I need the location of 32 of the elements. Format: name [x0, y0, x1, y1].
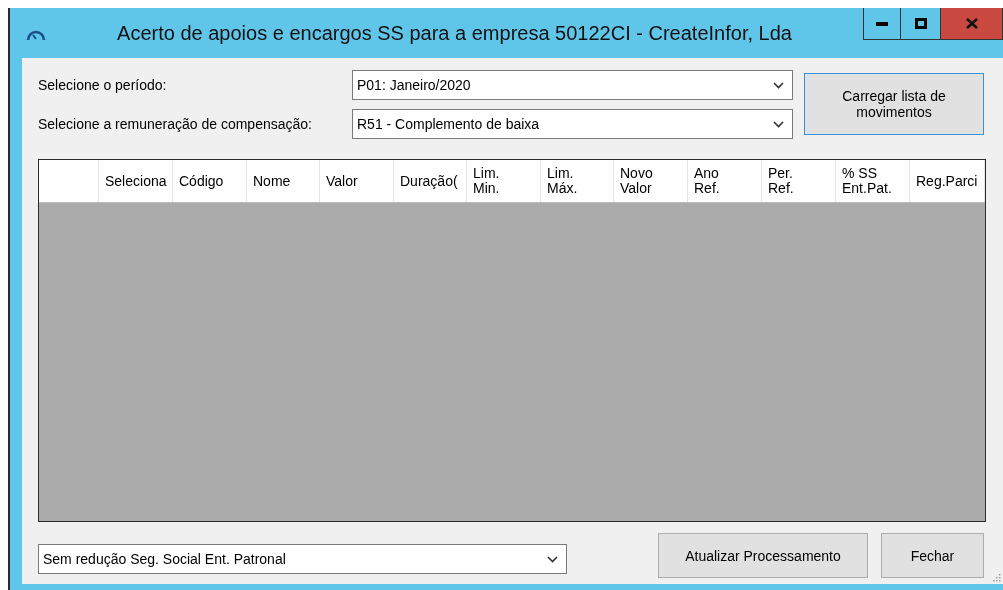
chevron-down-icon — [773, 120, 784, 128]
column-header[interactable]: Nome — [247, 160, 320, 202]
minimize-icon — [876, 21, 888, 26]
period-dropdown[interactable]: P01: Janeiro/2020 — [352, 70, 793, 100]
column-header[interactable]: Reg.Parci — [910, 160, 985, 202]
column-header[interactable]: Seleciona — [99, 160, 173, 202]
column-header[interactable]: Per. Ref. — [762, 160, 836, 202]
resize-grip-icon[interactable] — [991, 572, 1001, 582]
close-icon — [965, 18, 978, 29]
maximize-button[interactable] — [901, 8, 941, 40]
app-gauge-icon — [26, 28, 46, 42]
column-header[interactable]: Código — [173, 160, 247, 202]
minimize-button[interactable] — [863, 8, 901, 40]
chevron-down-icon — [547, 555, 558, 563]
column-header[interactable]: Lim. Máx. — [541, 160, 614, 202]
window-title: Acerto de apoios e encargos SS para a empresa 50122CI - CreateInfor, Lda — [116, 22, 793, 45]
column-header[interactable]: Duração( — [394, 160, 467, 202]
column-header[interactable]: Valor — [320, 160, 394, 202]
column-header[interactable]: % SS Ent.Pat. — [836, 160, 910, 202]
compensation-label: Selecione a remuneração de compensação: — [38, 115, 313, 134]
chevron-down-icon — [773, 81, 784, 89]
close-dialog-button[interactable]: Fechar — [881, 533, 984, 578]
period-label: Selecione o período: — [38, 76, 168, 95]
load-list-button[interactable]: Carregar lista de movimentos — [804, 73, 984, 135]
update-processing-button[interactable]: Atualizar Processamento — [658, 533, 868, 578]
close-button[interactable] — [941, 8, 1003, 40]
maximize-icon — [914, 18, 927, 29]
column-header[interactable]: Novo Valor — [614, 160, 688, 202]
column-header[interactable]: Ano Ref. — [688, 160, 762, 202]
column-header[interactable]: Lim. Min. — [467, 160, 541, 202]
compensation-dropdown[interactable]: R51 - Complemento de baixa — [352, 109, 793, 139]
reduction-dropdown[interactable]: Sem redução Seg. Social Ent. Patronal — [38, 544, 567, 574]
